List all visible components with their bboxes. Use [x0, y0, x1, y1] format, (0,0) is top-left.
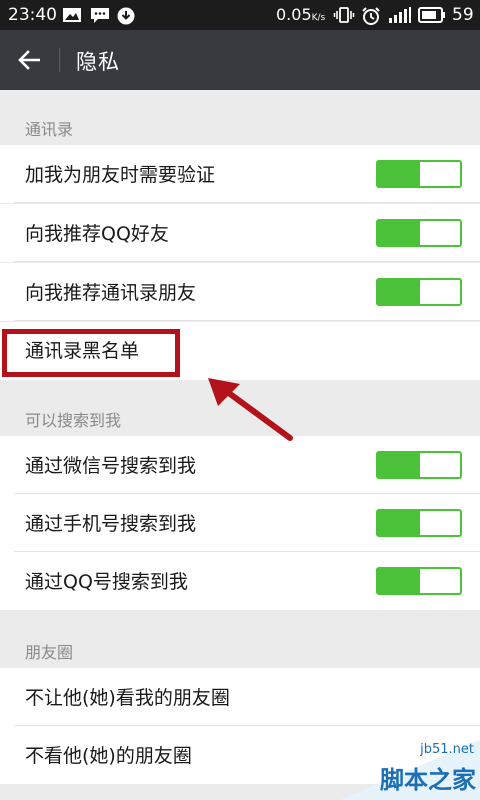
setting-label: 通过QQ号搜索到我 — [25, 571, 188, 593]
setting-label: 向我推荐通讯录朋友 — [25, 282, 197, 304]
highlight-box — [2, 329, 180, 377]
toggle-switch-search-phone[interactable] — [376, 509, 462, 537]
app-bar-divider — [59, 48, 60, 72]
setting-label: 加我为朋友时需要验证 — [25, 164, 216, 186]
signal-icon — [388, 7, 412, 29]
setting-label: 不让他(她)看我的朋友圈 — [25, 687, 230, 709]
alarm-icon — [361, 7, 381, 30]
network-speed: 0.05K/s — [276, 5, 326, 24]
toggle-switch-recommend-contacts[interactable] — [376, 278, 462, 306]
setting-row-search-qq[interactable]: 通过QQ号搜索到我 — [0, 552, 480, 610]
toggle-switch-search-wechat-id[interactable] — [376, 451, 462, 479]
annotation-arrow-icon — [208, 378, 293, 441]
setting-label: 向我推荐QQ好友 — [25, 223, 169, 245]
section-header-contacts: 通讯录 — [25, 120, 74, 139]
back-button[interactable] — [0, 30, 58, 90]
battery-icon — [418, 7, 446, 28]
setting-label: 通过手机号搜索到我 — [25, 513, 197, 535]
download-icon — [117, 7, 135, 30]
setting-row-search-phone[interactable]: 通过手机号搜索到我 — [0, 494, 480, 552]
toggle-switch-recommend-qq[interactable] — [376, 219, 462, 247]
watermark: jb51.net 脚本之家 — [340, 740, 480, 800]
watermark-site: jb51.net — [420, 742, 474, 757]
vibrate-icon — [333, 7, 355, 28]
divider — [14, 202, 480, 203]
divider — [14, 320, 480, 321]
app-bar: 隐私 — [0, 30, 480, 90]
divider — [14, 261, 480, 262]
setting-label: 不看他(她)的朋友圈 — [25, 745, 192, 767]
setting-label: 通过微信号搜索到我 — [25, 455, 197, 477]
toggle-switch-verify-friend[interactable] — [376, 160, 462, 188]
status-time: 23:40 — [8, 5, 57, 25]
status-bar: 23:40 0.05K/s 59 — [0, 0, 480, 30]
page-title: 隐私 — [76, 50, 120, 74]
setting-row-verify-friend[interactable]: 加我为朋友时需要验证 — [0, 145, 480, 203]
setting-row-hide-my-moments[interactable]: 不让他(她)看我的朋友圈 — [0, 668, 480, 726]
message-icon — [90, 7, 110, 29]
setting-row-recommend-qq[interactable]: 向我推荐QQ好友 — [0, 204, 480, 262]
toggle-switch-search-qq[interactable] — [376, 567, 462, 595]
section-header-moments: 朋友圈 — [25, 643, 74, 662]
arrow-left-icon — [18, 50, 40, 70]
image-icon — [62, 7, 82, 28]
battery-level: 59 — [452, 5, 474, 25]
setting-row-recommend-contacts[interactable]: 向我推荐通讯录朋友 — [0, 263, 480, 321]
watermark-name: 脚本之家 — [380, 766, 476, 794]
